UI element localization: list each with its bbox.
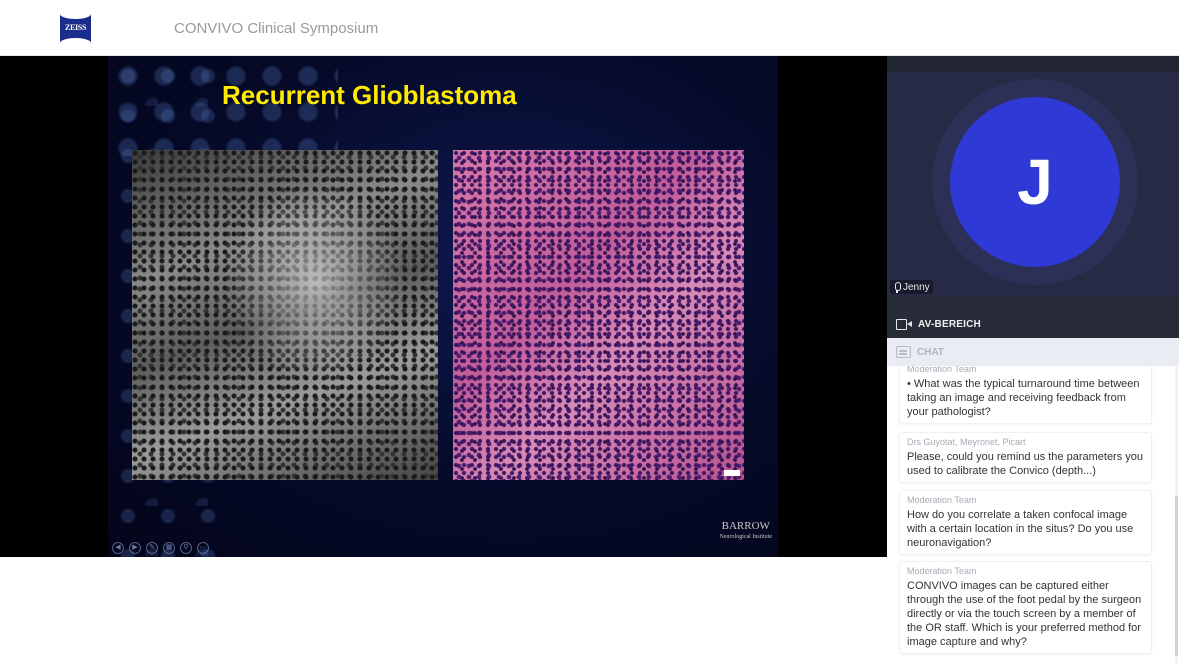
zeiss-logo[interactable]: ZEISS xyxy=(60,14,91,43)
chat-message: Moderation Team How do you correlate a t… xyxy=(899,490,1152,555)
chat-message-text: How do you correlate a taken confocal im… xyxy=(907,509,1134,549)
right-panel: J Jenny AV-BEREICH CHAT Moderation Team … xyxy=(887,56,1179,663)
participant-video-tile[interactable]: J Jenny xyxy=(887,72,1179,296)
av-section-header[interactable]: AV-BEREICH xyxy=(887,310,1179,338)
participant-name-tag: Jenny xyxy=(890,280,933,294)
chat-message: Moderation Team CONVIVO images can be ca… xyxy=(899,561,1152,654)
barrow-logo-subtext: Neurological Institute xyxy=(719,534,773,540)
next-slide-icon[interactable]: ▶ xyxy=(129,542,141,554)
presentation-stage: Recurrent Glioblastoma BARROW Neurologic… xyxy=(0,56,887,557)
chat-message: Drs Guyotat, Meyronet, Picart Please, co… xyxy=(899,432,1152,483)
chat-message-text: Please, could you remind us the paramete… xyxy=(907,451,1144,477)
more-options-icon[interactable]: ⋯ xyxy=(197,542,209,554)
scale-bar xyxy=(724,470,740,476)
chat-message-author: Moderation Team xyxy=(907,566,977,576)
histology-image xyxy=(453,150,744,480)
barrow-logo-text: BARROW xyxy=(721,520,770,532)
chat-message-author: Moderation Team xyxy=(907,495,977,505)
camera-icon xyxy=(896,318,912,330)
event-title: CONVIVO Clinical Symposium xyxy=(174,20,379,37)
chat-message-list[interactable]: Moderation Team • What was the typical t… xyxy=(887,366,1179,663)
presentation-slide: Recurrent Glioblastoma BARROW Neurologic… xyxy=(108,56,778,557)
pen-icon[interactable]: ✎ xyxy=(146,542,158,554)
logo-text: ZEISS xyxy=(64,23,87,32)
chat-header[interactable]: CHAT xyxy=(887,338,1179,366)
slide-controls: ◀ ▶ ✎ ▦ ⚲ ⋯ xyxy=(112,542,209,554)
participant-avatar: J xyxy=(950,97,1120,267)
chat-label: CHAT xyxy=(917,346,945,358)
chat-message-author: Drs Guyotat, Meyronet, Picart xyxy=(907,437,1026,447)
chat-message-author: Moderation Team xyxy=(907,366,977,374)
av-section-bar: AV-BEREICH xyxy=(887,296,1179,338)
previous-slide-icon[interactable]: ◀ xyxy=(112,542,124,554)
confocal-image xyxy=(132,150,438,480)
chat-message-text: CONVIVO images can be captured either th… xyxy=(907,580,1142,648)
chat-scrollbar[interactable] xyxy=(1175,366,1178,663)
chat-message-text: • What was the typical turnaround time b… xyxy=(907,378,1140,418)
top-header: ZEISS CONVIVO Clinical Symposium xyxy=(0,0,1179,56)
microphone-icon xyxy=(893,281,901,293)
av-section-label: AV-BEREICH xyxy=(918,318,981,330)
slide-title: Recurrent Glioblastoma xyxy=(222,80,517,110)
chat-scrollbar-thumb[interactable] xyxy=(1175,496,1178,656)
slides-grid-icon[interactable]: ▦ xyxy=(163,542,175,554)
zoom-icon[interactable]: ⚲ xyxy=(180,542,192,554)
video-topbar xyxy=(887,56,1179,72)
participant-name: Jenny xyxy=(903,281,930,293)
chat-message: Moderation Team • What was the typical t… xyxy=(899,366,1152,424)
chat-icon xyxy=(896,346,911,358)
barrow-logo: BARROW Neurological Institute xyxy=(720,521,773,543)
